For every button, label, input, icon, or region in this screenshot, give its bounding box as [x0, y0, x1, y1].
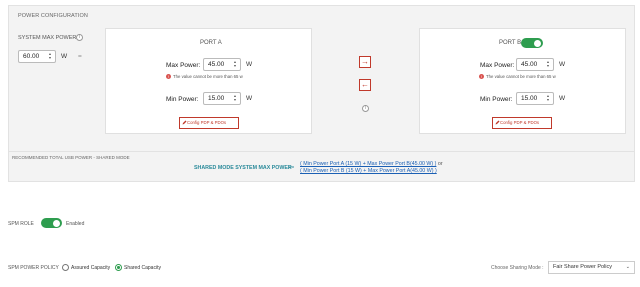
port-b-warning: ! The value cannot be more than 65 w — [479, 74, 556, 80]
port-a-max-unit: W — [246, 61, 253, 68]
formula-line-2: ( Min Power Port B (15 W) + Max Power Po… — [300, 168, 437, 174]
port-b-max-value: 45.00 — [521, 61, 538, 68]
spm-role-toggle[interactable] — [41, 218, 62, 228]
spinner-icon[interactable]: ▲ ▼ — [546, 60, 550, 68]
info-icon[interactable]: i — [362, 105, 369, 112]
chevron-down-icon: ⌄ — [625, 264, 630, 270]
system-max-power-value: 60.00 — [23, 53, 40, 60]
toggle-knob — [534, 39, 541, 47]
section-divider — [8, 151, 635, 152]
system-max-power-input[interactable]: 60.00 ▲ ▼ — [18, 50, 56, 63]
port-a-min-label: Min Power: — [166, 96, 199, 103]
sharing-mode-value: Fair Share Power Policy — [553, 264, 612, 270]
port-b-min-input[interactable]: 15.00 ▲ ▼ — [516, 92, 554, 105]
info-icon[interactable]: i — [76, 34, 83, 41]
port-a-config-button[interactable]: Config PDP & PDOs — [179, 117, 239, 129]
shared-mode-label: SHARED MODE SYSTEM MAX POWER — [194, 165, 292, 171]
pencil-icon — [495, 120, 500, 125]
port-a-max-input[interactable]: 45.00 ▲ ▼ — [203, 58, 241, 71]
port-b-config-button[interactable]: Config PDP & PDOs — [492, 117, 552, 129]
port-a-min-input[interactable]: 15.00 ▲ ▼ — [203, 92, 241, 105]
spinner-icon[interactable]: ▲ ▼ — [48, 52, 52, 60]
radio-assured-capacity-label: Assured Capacity — [71, 265, 111, 271]
spinner-icon[interactable]: ▲ ▼ — [233, 94, 237, 102]
panel-title: POWER CONFIGURATION — [18, 13, 88, 19]
warning-icon: ! — [479, 74, 484, 80]
port-b-min-value: 15.00 — [521, 95, 538, 102]
port-b-config-label: Config PDP & PDOs — [500, 120, 540, 125]
system-max-power-label: SYSTEM MAX POWER — [18, 35, 77, 41]
power-config-page: POWER CONFIGURATION SYSTEM MAX POWER i 6… — [0, 0, 640, 287]
port-b-max-unit: W — [559, 61, 566, 68]
port-a-min-unit: W — [246, 95, 253, 102]
spinner-icon[interactable]: ▲ ▼ — [233, 60, 237, 68]
port-b-min-unit: W — [559, 95, 566, 102]
shared-mode-arrow: >= — [288, 165, 295, 171]
port-b-max-label: Max Power: — [480, 62, 515, 69]
port-a-config-label: Config PDP & PDOs — [187, 120, 227, 125]
radio-shared-capacity[interactable] — [115, 264, 122, 271]
formula-link-2[interactable]: ( Min Power Port B (15 W) + Max Power Po… — [300, 168, 437, 174]
warning-icon: ! — [166, 74, 171, 80]
port-a-max-label: Max Power: — [166, 62, 201, 69]
radio-shared-capacity-label: Shared Capacity — [124, 265, 161, 271]
equals-sign: = — [78, 53, 82, 60]
port-b-min-label: Min Power: — [480, 96, 513, 103]
port-a-title: PORT A — [200, 40, 222, 46]
formula-link-1[interactable]: ( Min Power Port A (15 W) + Max Power Po… — [300, 161, 436, 167]
port-a-min-value: 15.00 — [208, 95, 225, 102]
formula-or: or — [437, 161, 443, 167]
port-a-max-value: 45.00 — [208, 61, 225, 68]
radio-assured-capacity[interactable] — [62, 264, 69, 271]
spm-role-state: Enabled — [66, 221, 85, 227]
port-a-warning-text: The value cannot be more than 65 w — [173, 74, 243, 79]
recommended-title: RECOMMENDED TOTAL USB POWER - SHARED MOD… — [12, 155, 130, 160]
spinner-icon[interactable]: ▲ ▼ — [546, 94, 550, 102]
system-unit: W — [61, 53, 68, 60]
formula-line-1: ( Min Power Port A (15 W) + Max Power Po… — [300, 161, 443, 167]
toggle-knob — [53, 219, 60, 227]
port-a-warning: ! The value cannot be more than 65 w — [166, 74, 243, 80]
spm-role-label: SPM ROLE — [8, 221, 34, 227]
sharing-mode-select[interactable]: Fair Share Power Policy ⌄ — [548, 261, 635, 274]
port-b-warning-text: The value cannot be more than 65 w — [486, 74, 556, 79]
port-b-max-input[interactable]: 45.00 ▲ ▼ — [516, 58, 554, 71]
arrow-left-icon[interactable]: ← — [359, 79, 371, 91]
arrow-right-icon[interactable]: → — [359, 56, 371, 68]
spm-power-policy-label: SPM POWER POLICY — [8, 265, 59, 271]
port-b-title: PORT B — [499, 40, 522, 46]
sharing-mode-label: Choose Sharing Mode : — [491, 265, 544, 271]
port-b-toggle[interactable] — [521, 38, 543, 48]
pencil-icon — [182, 120, 187, 125]
